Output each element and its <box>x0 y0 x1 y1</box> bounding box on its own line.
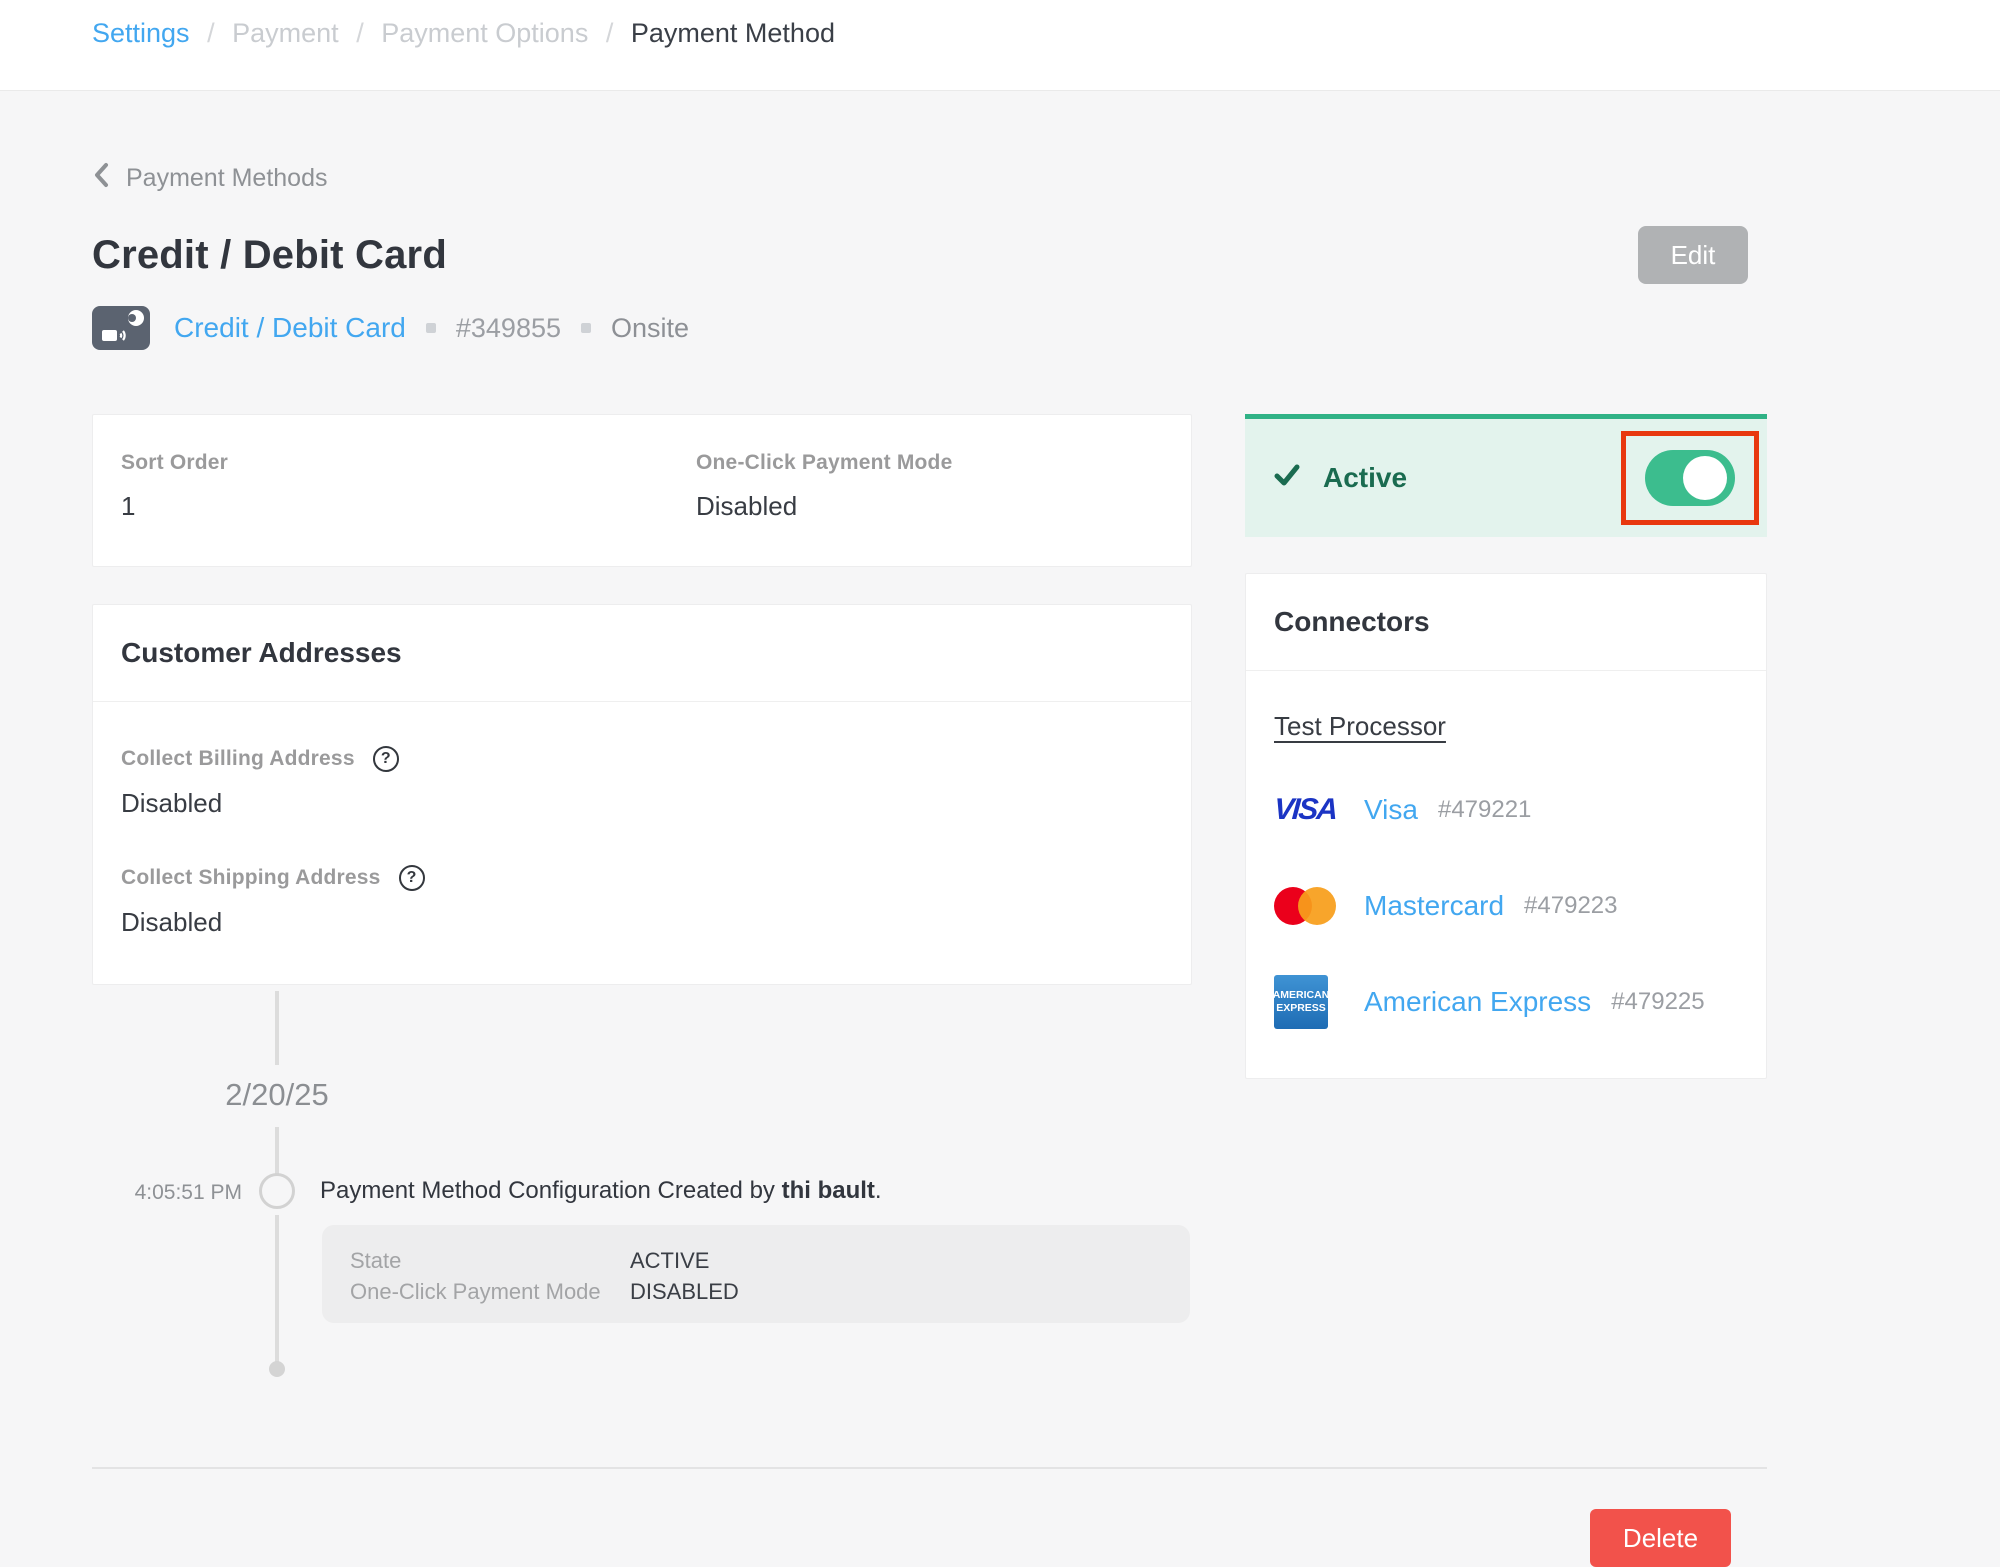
collect-billing-value: Disabled <box>121 788 1163 819</box>
event-details-box: State ACTIVE One-Click Payment Mode DISA… <box>322 1225 1190 1323</box>
chevron-left-icon <box>92 161 110 196</box>
summary-card: Sort Order 1 One-Click Payment Mode Disa… <box>92 414 1192 567</box>
one-click-value: Disabled <box>696 491 952 522</box>
breadcrumb-payment-options[interactable]: Payment Options <box>381 18 588 48</box>
page-title: Credit / Debit Card <box>92 233 447 278</box>
connector-row-mastercard: Mastercard #479223 <box>1274 878 1738 934</box>
active-toggle[interactable] <box>1645 450 1735 506</box>
event-detail-row: One-Click Payment Mode DISABLED <box>350 1276 1162 1307</box>
connectors-title: Connectors <box>1274 606 1738 638</box>
delete-button[interactable]: Delete <box>1590 1509 1731 1567</box>
connectors-card: Connectors Test Processor VISA Visa #479… <box>1245 573 1767 1079</box>
amex-logo: AMERICAN EXPRESS <box>1274 975 1328 1029</box>
sort-order-value: 1 <box>121 491 696 522</box>
breadcrumb-separator: / <box>197 18 225 48</box>
top-bar: Settings / Payment / Payment Options / P… <box>0 0 2000 91</box>
help-icon[interactable]: ? <box>399 865 425 891</box>
customer-addresses-header: Customer Addresses <box>93 605 1191 701</box>
collect-shipping-label: Collect Shipping Address <box>121 866 381 890</box>
title-row: Credit / Debit Card Edit <box>92 226 1767 284</box>
payment-method-link[interactable]: Credit / Debit Card <box>174 312 406 344</box>
bullet-separator <box>581 323 591 333</box>
activity-timeline: 2/20/25 4:05:51 PM Payment Method Config… <box>92 985 1192 1461</box>
timeline-date: 2/20/25 <box>175 1077 379 1113</box>
credit-card-icon <box>92 306 150 350</box>
breadcrumb-separator: / <box>346 18 374 48</box>
toggle-knob <box>1683 456 1727 500</box>
test-processor-link[interactable]: Test Processor <box>1274 711 1446 742</box>
timeline-event-marker <box>259 1173 295 1209</box>
collect-shipping-value: Disabled <box>121 907 1163 938</box>
event-detail-row: State ACTIVE <box>350 1245 1162 1276</box>
customer-addresses-card: Customer Addresses Collect Billing Addre… <box>92 604 1192 985</box>
active-status-panel: Active <box>1245 414 1767 537</box>
help-icon[interactable]: ? <box>373 746 399 772</box>
content-columns: Sort Order 1 One-Click Payment Mode Disa… <box>92 414 1767 1461</box>
detail-one-click-label: One-Click Payment Mode <box>350 1276 630 1307</box>
back-link-label: Payment Methods <box>126 164 328 193</box>
connector-link-visa[interactable]: Visa <box>1364 794 1418 826</box>
connector-id-visa: #479221 <box>1438 796 1531 824</box>
billing-address-group: Collect Billing Address ? Disabled <box>121 746 1163 819</box>
timeline-line <box>275 991 279 1065</box>
annotation-highlight-box <box>1621 431 1759 525</box>
bullet-separator <box>426 323 436 333</box>
active-status-label: Active <box>1323 462 1407 494</box>
back-link-payment-methods[interactable]: Payment Methods <box>92 161 328 196</box>
connector-id-mastercard: #479223 <box>1524 892 1617 920</box>
timeline-event-text: Payment Method Configuration Created by … <box>320 1177 882 1205</box>
visa-logo: VISA <box>1273 793 1337 827</box>
payment-method-type: Onsite <box>611 313 689 344</box>
detail-state-label: State <box>350 1245 630 1276</box>
connector-row-visa: VISA Visa #479221 <box>1274 782 1738 838</box>
timeline-end-dot <box>269 1361 285 1377</box>
breadcrumb-separator: / <box>596 18 624 48</box>
breadcrumb-current-payment-method: Payment Method <box>631 18 835 48</box>
sort-order-label: Sort Order <box>121 451 696 475</box>
connector-link-mastercard[interactable]: Mastercard <box>1364 890 1504 922</box>
detail-state-value: ACTIVE <box>630 1245 709 1276</box>
connector-row-amex: AMERICAN EXPRESS American Express #47922… <box>1274 974 1738 1030</box>
sort-order-field: Sort Order 1 <box>121 451 696 522</box>
timeline-line <box>275 1127 279 1175</box>
connector-id-amex: #479225 <box>1611 988 1704 1016</box>
customer-addresses-body: Collect Billing Address ? Disabled Colle… <box>93 702 1191 984</box>
right-column: Active Connectors Test Processor <box>1245 414 1767 1079</box>
left-column: Sort Order 1 One-Click Payment Mode Disa… <box>92 414 1192 1461</box>
edit-button[interactable]: Edit <box>1638 226 1748 284</box>
connectors-body: Test Processor VISA Visa #479221 <box>1246 671 1766 1078</box>
breadcrumb: Settings / Payment / Payment Options / P… <box>92 14 2000 52</box>
one-click-label: One-Click Payment Mode <box>696 451 952 475</box>
event-text-prefix: Payment Method Configuration Created by <box>320 1177 782 1204</box>
footer-actions: Delete <box>92 1469 1767 1567</box>
check-icon <box>1273 462 1301 495</box>
breadcrumb-payment[interactable]: Payment <box>232 18 339 48</box>
payment-method-id: #349855 <box>456 313 561 344</box>
timeline-line <box>275 1215 279 1369</box>
one-click-field: One-Click Payment Mode Disabled <box>696 451 952 522</box>
shipping-address-group: Collect Shipping Address ? Disabled <box>121 865 1163 938</box>
page-content: Payment Methods Credit / Debit Card Edit… <box>0 161 2000 1567</box>
customer-addresses-title: Customer Addresses <box>121 637 1163 669</box>
connectors-header: Connectors <box>1246 574 1766 670</box>
breadcrumb-settings[interactable]: Settings <box>92 18 190 48</box>
timeline-event-time: 4:05:51 PM <box>92 1181 242 1205</box>
detail-one-click-value: DISABLED <box>630 1276 739 1307</box>
event-actor: thi bault <box>782 1177 875 1204</box>
method-summary-row: Credit / Debit Card #349855 Onsite <box>92 306 1767 350</box>
mastercard-logo <box>1274 886 1336 926</box>
collect-billing-label: Collect Billing Address <box>121 747 355 771</box>
event-text-suffix: . <box>875 1177 882 1204</box>
connector-link-amex[interactable]: American Express <box>1364 986 1591 1018</box>
